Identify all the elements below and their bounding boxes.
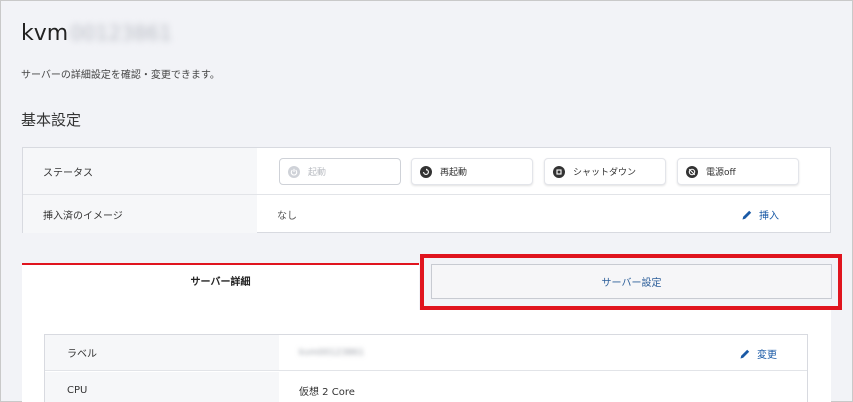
power-icon bbox=[288, 165, 300, 178]
power-off-button[interactable]: 電源off bbox=[677, 158, 799, 185]
status-label: ステータス bbox=[23, 148, 257, 194]
basic-settings-heading: 基本設定 bbox=[21, 111, 82, 129]
label-value-redacted: kvm00123861 bbox=[299, 347, 365, 358]
active-tab-indicator bbox=[22, 263, 419, 265]
stop-icon bbox=[553, 165, 565, 178]
power-off-label: 電源off bbox=[706, 168, 736, 178]
start-label: 起動 bbox=[308, 168, 327, 178]
basic-settings-table: ステータス 起動 再起動 シャットダウン 電源off 挿入済のイメージ なし 挿… bbox=[22, 147, 831, 233]
server-detail-table: ラベル kvm00123861 変更 CPU 仮想 2 Core bbox=[44, 334, 808, 402]
power-off-icon bbox=[686, 165, 698, 178]
cpu-key: CPU bbox=[45, 372, 279, 402]
label-row: ラベル kvm00123861 変更 bbox=[45, 335, 807, 371]
image-value-cell: なし 挿入 bbox=[257, 195, 830, 233]
shutdown-label: シャットダウン bbox=[573, 168, 637, 178]
label-key: ラベル bbox=[45, 335, 279, 370]
status-actions: 起動 再起動 シャットダウン 電源off bbox=[257, 148, 830, 194]
cpu-row: CPU 仮想 2 Core bbox=[45, 372, 807, 402]
tab-server-settings[interactable]: サーバー設定 bbox=[431, 264, 832, 299]
status-row: ステータス 起動 再起動 シャットダウン 電源off bbox=[23, 148, 830, 195]
restart-icon bbox=[420, 165, 432, 178]
page-title: kvm 00123861 bbox=[21, 21, 172, 46]
restart-label: 再起動 bbox=[440, 168, 468, 178]
label-value-cell: kvm00123861 変更 bbox=[279, 335, 807, 370]
change-label-link[interactable]: 変更 bbox=[739, 346, 777, 361]
pencil-icon bbox=[742, 210, 752, 219]
restart-button[interactable]: 再起動 bbox=[411, 158, 533, 185]
tab-server-settings-label: サーバー設定 bbox=[601, 278, 662, 289]
image-row: 挿入済のイメージ なし 挿入 bbox=[23, 195, 830, 233]
insert-link[interactable]: 挿入 bbox=[741, 207, 779, 222]
start-button[interactable]: 起動 bbox=[279, 158, 401, 185]
tab-server-detail-label: サーバー詳細 bbox=[190, 277, 251, 288]
change-label: 変更 bbox=[757, 350, 777, 361]
cpu-value-cell: 仮想 2 Core bbox=[279, 372, 807, 402]
image-label: 挿入済のイメージ bbox=[23, 195, 257, 233]
image-value: なし bbox=[277, 210, 297, 222]
shutdown-button[interactable]: シャットダウン bbox=[544, 158, 666, 185]
pencil-icon bbox=[740, 349, 750, 358]
insert-label: 挿入 bbox=[759, 211, 779, 222]
server-name: kvm bbox=[21, 21, 69, 46]
server-id-redacted: 00123861 bbox=[70, 21, 172, 45]
cpu-value: 仮想 2 Core bbox=[299, 386, 355, 398]
page-subtitle: サーバーの詳細設定を確認・変更できます。 bbox=[21, 70, 220, 81]
